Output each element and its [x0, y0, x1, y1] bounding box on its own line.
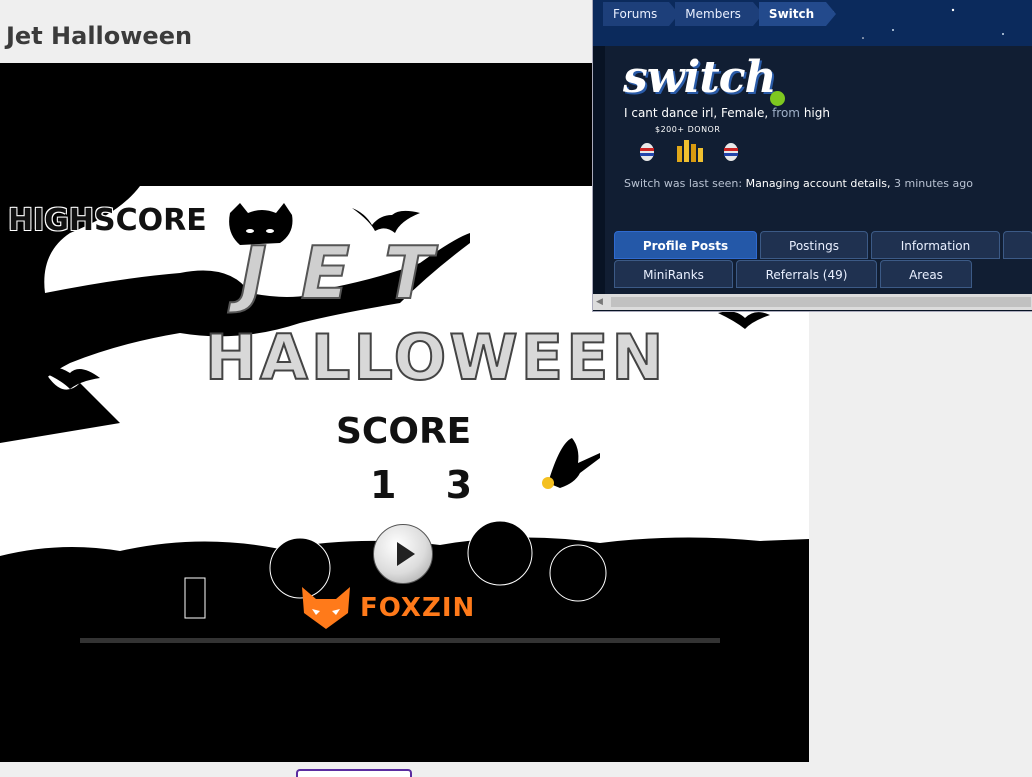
game-title-halloween: HALLOWEEN	[204, 320, 667, 395]
tab-areas[interactable]: Areas	[880, 260, 972, 288]
user-title-prefix: I cant dance irl, Female,	[624, 106, 773, 120]
profile-popup: Forums Members Switch switch I cant danc…	[592, 0, 1032, 312]
play-icon	[397, 542, 415, 566]
badges-row	[640, 140, 738, 162]
horizontal-scrollbar[interactable]: ◀	[593, 294, 1032, 310]
tab-profile-posts[interactable]: Profile Posts	[614, 231, 757, 259]
publisher-logo-text[interactable]: FOXZIN	[360, 593, 475, 623]
gold-coins-badge-icon	[677, 140, 703, 162]
tab-postings[interactable]: Postings	[760, 231, 868, 259]
tab-referrals[interactable]: Referrals (49)	[736, 260, 877, 288]
username: switch	[623, 52, 776, 103]
tab-information[interactable]: Information	[871, 231, 1000, 259]
bottom-tab-edge[interactable]	[296, 769, 412, 777]
page-title: Jet Halloween	[6, 22, 193, 50]
fox-logo-icon	[302, 587, 350, 629]
tab-overflow[interactable]	[1003, 231, 1032, 259]
user-location: high	[800, 106, 830, 120]
egg-badge-icon-2	[724, 143, 738, 161]
last-seen-activity[interactable]: Managing account details,	[746, 177, 891, 190]
user-title: I cant dance irl, Female, from high	[624, 106, 830, 120]
scroll-left-icon[interactable]: ◀	[596, 297, 603, 307]
egg-badge-icon	[640, 143, 654, 161]
score-value: 1 3	[370, 463, 491, 507]
highscore-label: HIGHSCORE	[8, 203, 207, 238]
game-title-jet: JET	[239, 230, 468, 316]
last-seen: Switch was last seen: Managing account d…	[624, 177, 973, 190]
last-seen-time: 3 minutes ago	[890, 177, 973, 190]
breadcrumb-forums[interactable]: Forums	[603, 2, 680, 26]
last-seen-prefix: Switch was last seen:	[624, 177, 746, 190]
breadcrumb-members[interactable]: Members	[675, 2, 763, 26]
score-label: SCORE	[336, 411, 472, 452]
play-button[interactable]	[373, 524, 433, 584]
highscore-value: 1 3	[72, 243, 167, 278]
user-title-from: from	[772, 106, 800, 120]
donor-label: $200+ DONOR	[655, 125, 721, 134]
online-status-icon	[770, 91, 785, 106]
breadcrumb: Forums Members Switch	[603, 2, 837, 26]
profile-card: switch I cant dance irl, Female, from hi…	[605, 46, 1032, 296]
scrollbar-thumb[interactable]	[611, 297, 1031, 307]
tab-miniranks[interactable]: MiniRanks	[614, 260, 733, 288]
breadcrumb-switch[interactable]: Switch	[758, 2, 837, 26]
